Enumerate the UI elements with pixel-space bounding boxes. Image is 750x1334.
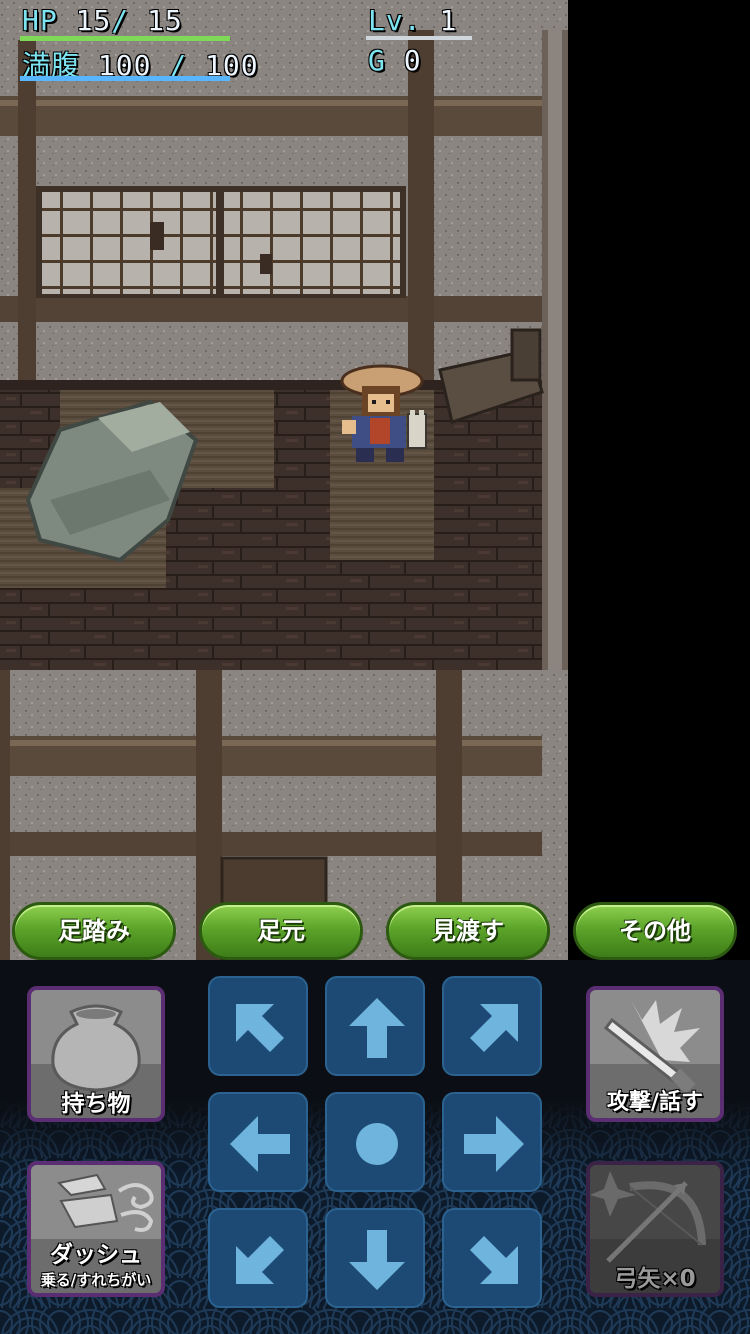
- arrow-down-left-icon: [236, 1236, 284, 1284]
- dash-sublabel: 乗る/すれちがい: [40, 1271, 152, 1289]
- hp-readout: HP 15/ 15: [22, 4, 183, 37]
- look-around-button[interactable]: 見渡す: [386, 902, 550, 960]
- move-up-left-button[interactable]: [208, 976, 308, 1076]
- hp-max: 15: [147, 4, 183, 37]
- hp-current: 15: [75, 4, 112, 37]
- inventory-label: 持ち物: [61, 1091, 131, 1117]
- inventory-button[interactable]: 持ち物: [27, 986, 165, 1122]
- hunger-bar: [20, 76, 230, 81]
- move-right-button[interactable]: [442, 1092, 542, 1192]
- wait-button[interactable]: [325, 1092, 425, 1192]
- level-readout: Lv. 1: [368, 4, 457, 37]
- circle-icon: [356, 1123, 398, 1165]
- dash-label: ダッシュ: [50, 1242, 142, 1268]
- bow-arrow-button[interactable]: 弓矢×0: [586, 1161, 724, 1297]
- hp-bar-fill: [20, 36, 230, 41]
- attack-talk-button[interactable]: 攻撃/話す: [586, 986, 724, 1122]
- arrow-down-right-icon: [470, 1236, 518, 1284]
- game-map[interactable]: [0, 0, 568, 960]
- gold-label: G: [368, 44, 386, 77]
- move-down-left-button[interactable]: [208, 1208, 308, 1308]
- step-in-place-button[interactable]: 足踏み: [12, 902, 176, 960]
- gold-readout: G 0: [368, 44, 422, 77]
- other-menu-button[interactable]: その他: [573, 902, 737, 960]
- underfoot-button[interactable]: 足元: [199, 902, 363, 960]
- arrow-down-icon: [349, 1230, 405, 1290]
- arrow-left-icon: [230, 1116, 290, 1172]
- attack-talk-label: 攻撃/話す: [606, 1090, 704, 1115]
- level-underline: [366, 36, 472, 40]
- hp-label: HP: [22, 4, 58, 37]
- hp-bar: [20, 36, 230, 41]
- arrow-up-icon: [349, 998, 405, 1058]
- dash-button[interactable]: ダッシュ 乗る/すれちがい: [27, 1161, 165, 1297]
- gold-value: 0: [403, 44, 422, 77]
- arrow-right-icon: [464, 1116, 524, 1172]
- hunger-bar-fill: [20, 76, 230, 81]
- arrow-up-left-icon: [236, 1004, 284, 1052]
- level-label: Lv.: [368, 4, 422, 37]
- move-down-right-button[interactable]: [442, 1208, 542, 1308]
- arrow-up-right-icon: [470, 1004, 518, 1052]
- move-left-button[interactable]: [208, 1092, 308, 1192]
- level-value: 1: [439, 4, 458, 37]
- move-down-button[interactable]: [325, 1208, 425, 1308]
- move-up-button[interactable]: [325, 976, 425, 1076]
- move-up-right-button[interactable]: [442, 976, 542, 1076]
- arrows-label: 弓矢×0: [614, 1266, 696, 1292]
